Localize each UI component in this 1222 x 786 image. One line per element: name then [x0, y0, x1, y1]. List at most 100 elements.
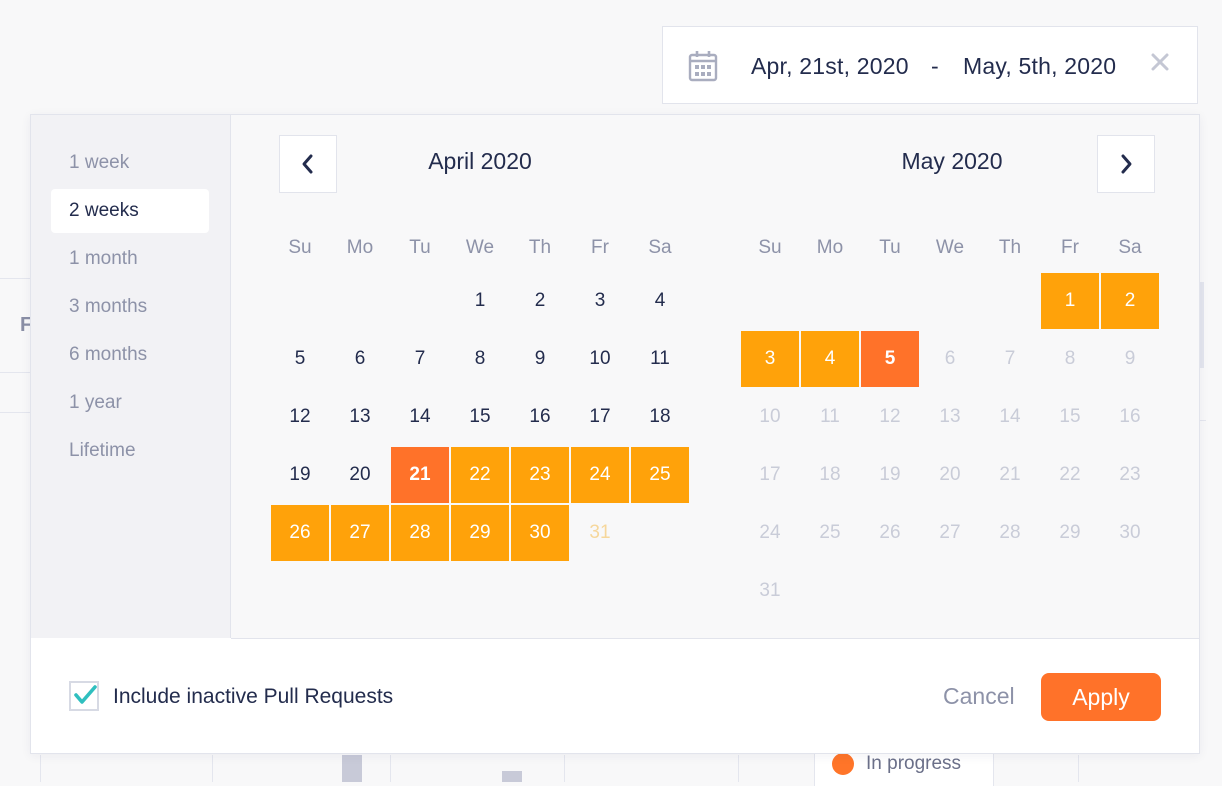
- day-cell[interactable]: 30: [1101, 505, 1159, 561]
- preset-3-months[interactable]: 3 months: [51, 285, 209, 329]
- day-cell[interactable]: 1: [451, 273, 509, 329]
- day-cell[interactable]: 29: [451, 505, 509, 561]
- day-cell[interactable]: 18: [631, 389, 689, 445]
- day-cell[interactable]: 21: [391, 447, 449, 503]
- calendar-icon: [688, 51, 718, 82]
- weekday-header: Tu: [879, 237, 901, 258]
- day-cell[interactable]: 23: [511, 447, 569, 503]
- preset-1-week[interactable]: 1 week: [51, 141, 209, 185]
- day-cell[interactable]: 23: [1101, 447, 1159, 503]
- include-inactive-checkbox[interactable]: [69, 681, 99, 711]
- background-divider: [0, 372, 30, 373]
- month-title-april: April 2020: [428, 148, 532, 174]
- day-cell[interactable]: 16: [511, 389, 569, 445]
- date-range-field[interactable]: Apr, 21st, 2020 - May, 5th, 2020: [662, 26, 1198, 104]
- background-divider: [0, 412, 30, 413]
- preset-list: 1 week 2 weeks 1 month 3 months 6 months 1 ye…: [31, 115, 231, 638]
- include-inactive-label[interactable]: Include inactive Pull Requests: [113, 685, 393, 709]
- day-cell[interactable]: 15: [451, 389, 509, 445]
- day-cell[interactable]: 6: [921, 331, 979, 387]
- background-chart-bar: [342, 755, 362, 782]
- weekday-header: Su: [288, 237, 312, 258]
- previous-month-button[interactable]: [279, 135, 337, 193]
- day-cell[interactable]: 25: [631, 447, 689, 503]
- day-cell[interactable]: 25: [801, 505, 859, 561]
- day-cell[interactable]: 12: [271, 389, 329, 445]
- day-cell[interactable]: 28: [981, 505, 1039, 561]
- legend-in-progress: In progress: [832, 753, 961, 775]
- weekday-header: Fr: [1061, 237, 1079, 258]
- day-cell[interactable]: 15: [1041, 389, 1099, 445]
- day-cell[interactable]: 9: [511, 331, 569, 387]
- day-cell[interactable]: 29: [1041, 505, 1099, 561]
- day-cell[interactable]: 20: [331, 447, 389, 503]
- day-cell[interactable]: 10: [741, 389, 799, 445]
- day-cell[interactable]: 2: [1101, 273, 1159, 329]
- day-cell[interactable]: 4: [801, 331, 859, 387]
- day-cell[interactable]: 7: [981, 331, 1039, 387]
- day-cell[interactable]: 28: [391, 505, 449, 561]
- background-table-border: [390, 755, 391, 782]
- preset-6-months[interactable]: 6 months: [51, 333, 209, 377]
- day-cell[interactable]: 6: [331, 331, 389, 387]
- day-cell[interactable]: 3: [741, 331, 799, 387]
- day-cell[interactable]: 16: [1101, 389, 1159, 445]
- day-cell[interactable]: 31: [741, 563, 799, 619]
- day-cell[interactable]: 13: [921, 389, 979, 445]
- day-cell[interactable]: 18: [801, 447, 859, 503]
- day-cell[interactable]: 3: [571, 273, 629, 329]
- next-month-button[interactable]: [1097, 135, 1155, 193]
- day-cell[interactable]: 14: [981, 389, 1039, 445]
- day-cell[interactable]: 8: [1041, 331, 1099, 387]
- day-cell[interactable]: 12: [861, 389, 919, 445]
- day-cell[interactable]: 10: [571, 331, 629, 387]
- day-cell[interactable]: 5: [271, 331, 329, 387]
- apply-button[interactable]: Apply: [1041, 673, 1161, 721]
- weekday-header: Sa: [1118, 237, 1142, 258]
- day-cell[interactable]: 5: [861, 331, 919, 387]
- checkmark-icon: [74, 685, 97, 704]
- day-cell[interactable]: 1: [1041, 273, 1099, 329]
- preset-1-month[interactable]: 1 month: [51, 237, 209, 281]
- background-divider: [1200, 282, 1204, 368]
- day-cell[interactable]: 20: [921, 447, 979, 503]
- day-cell[interactable]: 24: [571, 447, 629, 503]
- background-table-border: [212, 755, 213, 782]
- day-cell[interactable]: 21: [981, 447, 1039, 503]
- day-cell[interactable]: 26: [861, 505, 919, 561]
- preset-1-year[interactable]: 1 year: [51, 381, 209, 425]
- day-cell[interactable]: 30: [511, 505, 569, 561]
- background-divider: [1200, 420, 1206, 421]
- day-cell[interactable]: 9: [1101, 331, 1159, 387]
- day-cell[interactable]: 19: [861, 447, 919, 503]
- day-cell[interactable]: 8: [451, 331, 509, 387]
- day-cell[interactable]: 11: [631, 331, 689, 387]
- cancel-button[interactable]: Cancel: [943, 683, 1015, 710]
- day-cell[interactable]: 11: [801, 389, 859, 445]
- day-cell[interactable]: 19: [271, 447, 329, 503]
- day-cell[interactable]: 26: [271, 505, 329, 561]
- day-cell: 31: [589, 522, 611, 543]
- day-cell[interactable]: 7: [391, 331, 449, 387]
- weekday-header: Mo: [346, 237, 374, 258]
- day-cell[interactable]: 13: [331, 389, 389, 445]
- day-cell[interactable]: 17: [741, 447, 799, 503]
- day-cell[interactable]: 22: [451, 447, 509, 503]
- month-title-may: May 2020: [901, 148, 1003, 174]
- range-end-date[interactable]: May, 5th, 2020: [963, 53, 1116, 80]
- day-cell[interactable]: 27: [921, 505, 979, 561]
- preset-lifetime[interactable]: Lifetime: [51, 429, 209, 473]
- day-cell[interactable]: 4: [631, 273, 689, 329]
- background-divider: [0, 278, 30, 279]
- day-cell[interactable]: 17: [571, 389, 629, 445]
- chevron-right-icon: [1121, 154, 1132, 174]
- day-cell[interactable]: 14: [391, 389, 449, 445]
- range-start-date[interactable]: Apr, 21st, 2020: [751, 53, 909, 80]
- weekday-header: Tu: [409, 237, 431, 258]
- day-cell[interactable]: 27: [331, 505, 389, 561]
- day-cell[interactable]: 2: [511, 273, 569, 329]
- day-cell[interactable]: 24: [741, 505, 799, 561]
- preset-2-weeks[interactable]: 2 weeks: [51, 189, 209, 233]
- close-icon[interactable]: [1149, 51, 1171, 73]
- day-cell[interactable]: 22: [1041, 447, 1099, 503]
